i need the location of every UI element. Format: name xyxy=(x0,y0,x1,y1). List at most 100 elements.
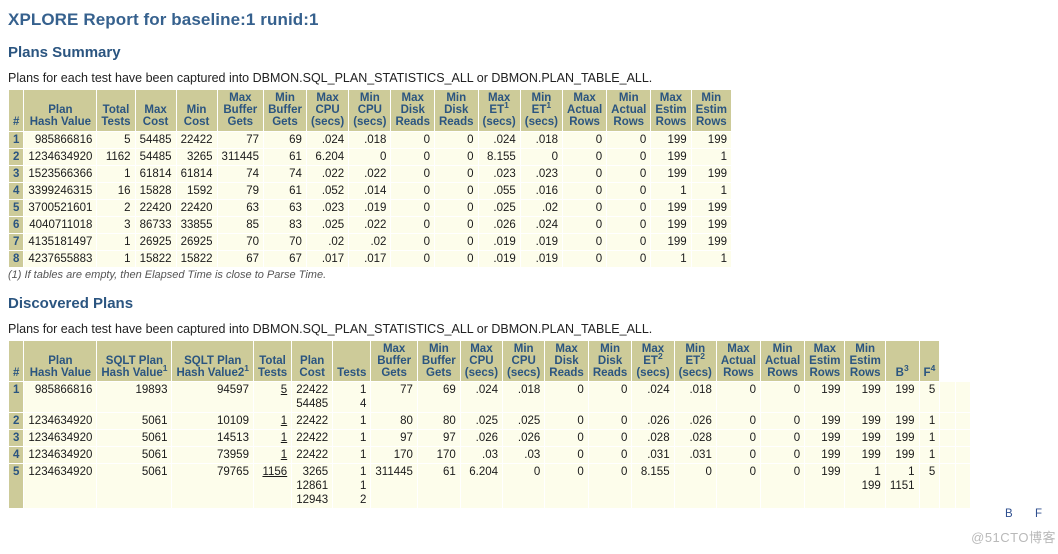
column-header: Min Buffer Gets xyxy=(264,90,306,131)
table-cell: 79765 xyxy=(172,464,253,509)
column-header: Max Estim Rows xyxy=(805,340,845,382)
table-cell[interactable]: 1 xyxy=(253,447,292,464)
table-cell: 0 xyxy=(607,182,651,199)
table-cell: 63 xyxy=(264,199,306,216)
discovered-plans-heading: Discovered Plans xyxy=(8,294,134,312)
table-cell: 22422 xyxy=(292,413,333,430)
table-cell: 86733 xyxy=(135,216,176,233)
table-cell: .025 xyxy=(503,413,545,430)
row-index: 6 xyxy=(9,216,24,233)
table-cell[interactable]: 5 xyxy=(253,382,292,413)
table-cell: 0 xyxy=(563,216,607,233)
table-cell: 67 xyxy=(264,250,306,267)
table-cell: 1523566366 xyxy=(24,165,97,182)
table-cell: 1234634920 xyxy=(24,413,97,430)
table-cell: .026 xyxy=(503,430,545,447)
table-row: 3 1523566366 1 61814 61814 74 74.022.022 0 0.023… xyxy=(9,165,731,182)
table-cell: 69 xyxy=(264,131,306,148)
table-row: 2 1234634920 5061 10109 1 22422 1 80 80.025.025 0… xyxy=(9,413,971,430)
column-header: # xyxy=(9,90,24,131)
column-header: Min Disk Reads xyxy=(588,340,632,382)
table-cell: 16 xyxy=(97,182,135,199)
table-cell: 0 xyxy=(503,464,545,509)
table-cell: 170 xyxy=(417,447,460,464)
table-cell: 0 xyxy=(545,430,588,447)
table-cell: 0 xyxy=(563,250,607,267)
table-cell: 0 xyxy=(716,413,760,430)
report-page: XPLORE Report for baseline:1 runid:1 Pla… xyxy=(0,0,1058,510)
row-index: 3 xyxy=(9,430,24,447)
table-cell: 199 xyxy=(805,382,845,413)
table-cell: 6.204 xyxy=(460,464,503,509)
table-cell: 311445 xyxy=(371,464,417,509)
table-cell: 0 xyxy=(520,148,563,165)
table-cell: .024 xyxy=(306,131,349,148)
table-cell: 5 xyxy=(919,382,940,413)
table-cell: .019 xyxy=(520,250,563,267)
column-header: Max ET2 (secs) xyxy=(632,340,674,382)
table-cell: 0 xyxy=(434,233,478,250)
row-index: 5 xyxy=(9,199,24,216)
table-cell: 0 xyxy=(761,447,805,464)
table-cell: 74 xyxy=(217,165,264,182)
plans-summary-table: # Plan Hash Value Total Tests Max Cost Min Cost M… xyxy=(8,89,732,268)
table-cell: 5 xyxy=(919,464,940,509)
table-cell: 1234634920 xyxy=(24,148,97,165)
column-header: Max Buffer Gets xyxy=(217,90,264,131)
table-cell: 5061 xyxy=(97,430,172,447)
table-cell: .02 xyxy=(349,233,391,250)
column-header: Max CPU (secs) xyxy=(306,90,349,131)
table-cell: 1 xyxy=(333,430,371,447)
column-header: Min ET1 (secs) xyxy=(520,90,563,131)
table-cell: 0 xyxy=(563,199,607,216)
table-row: 4 1234634920 5061 73959 1 22422 1 170 170.03.03 0… xyxy=(9,447,971,464)
table-cell: 0 xyxy=(761,382,805,413)
table-cell: .025 xyxy=(460,413,503,430)
column-header: Min CPU (secs) xyxy=(349,90,391,131)
table-cell: 0 xyxy=(607,216,651,233)
column-header: F4 xyxy=(919,340,940,382)
table-cell: 22422 xyxy=(292,430,333,447)
table-cell[interactable]: 1156 xyxy=(253,464,292,509)
table-cell: 1 199 xyxy=(845,464,885,509)
table-cell: .019 xyxy=(520,233,563,250)
column-header: Max Estim Rows xyxy=(651,90,691,131)
table-cell: .019 xyxy=(349,199,391,216)
discovered-plans-table: # Plan Hash Value SQLT Plan Hash Value1 SQLT … xyxy=(8,339,972,510)
column-header: Min Cost xyxy=(176,90,217,131)
row-index: 2 xyxy=(9,148,24,165)
table-cell: 0 xyxy=(761,413,805,430)
table-cell: .018 xyxy=(349,131,391,148)
column-header: Tests xyxy=(333,340,371,382)
table-cell: 94597 xyxy=(172,382,253,413)
table-cell: 3399246315 xyxy=(24,182,97,199)
table-cell: 1 xyxy=(691,182,731,199)
table-cell: 2 xyxy=(97,199,135,216)
table-cell: 0 xyxy=(545,447,588,464)
table-cell: .028 xyxy=(632,430,674,447)
table-cell: 4135181497 xyxy=(24,233,97,250)
table-cell: 0 xyxy=(563,182,607,199)
table-cell: .022 xyxy=(306,165,349,182)
table-cell: .02 xyxy=(306,233,349,250)
table-cell: 199 xyxy=(845,430,885,447)
table-cell: 199 xyxy=(805,464,845,509)
table-cell: 5061 xyxy=(97,447,172,464)
column-header: Min ET2 (secs) xyxy=(674,340,716,382)
table-cell[interactable]: 1 xyxy=(253,430,292,447)
column-header: Total Tests xyxy=(97,90,135,131)
table-cell: 22420 xyxy=(176,199,217,216)
table-cell: 0 xyxy=(391,233,434,250)
table-cell: .017 xyxy=(306,250,349,267)
table-cell: 1 xyxy=(919,413,940,430)
column-header: Max Buffer Gets xyxy=(371,340,417,382)
table-cell: 199 xyxy=(691,165,731,182)
table-cell: 0 xyxy=(391,182,434,199)
table-cell-spacer xyxy=(955,413,971,430)
table-cell: 77 xyxy=(371,382,417,413)
table-cell: 97 xyxy=(371,430,417,447)
table-cell: 311445 xyxy=(217,148,264,165)
table-cell: 1234634920 xyxy=(24,464,97,509)
table-cell[interactable]: 1 xyxy=(253,413,292,430)
table-cell: .03 xyxy=(460,447,503,464)
